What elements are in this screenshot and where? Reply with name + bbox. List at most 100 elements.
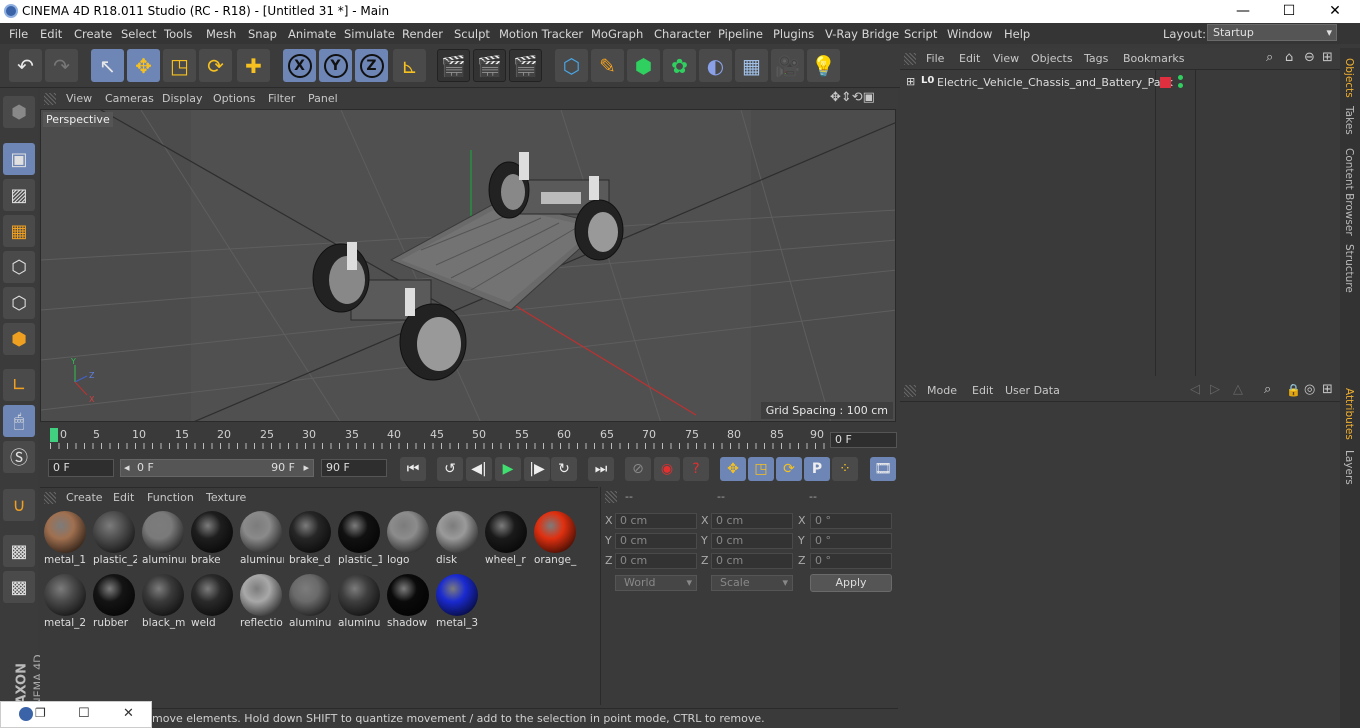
link-icon[interactable]: ⊖ <box>1304 50 1315 65</box>
render-visibility-dot[interactable] <box>1178 83 1183 88</box>
object-name[interactable]: Electric_Vehicle_Chassis_and_Battery_Pac… <box>937 76 1173 89</box>
layer-color-swatch[interactable] <box>1160 77 1171 88</box>
taskbar-window-thumbnail[interactable]: ❐ ☐ ✕ <box>0 701 152 728</box>
record-active-objects-button[interactable]: ◉ <box>654 457 680 481</box>
viewport-menu-view[interactable]: View <box>66 92 92 105</box>
go-to-end-button[interactable]: ⏭ <box>588 457 614 481</box>
current-frame-field[interactable]: 0 F <box>830 432 897 448</box>
objects-menu-edit[interactable]: Edit <box>959 52 980 65</box>
deformer-button[interactable]: ◐ <box>699 49 732 82</box>
menu-snap[interactable]: Snap <box>248 27 277 41</box>
material-swatch[interactable]: aluminum <box>140 510 186 568</box>
material-swatch[interactable]: metal_1 <box>42 510 88 568</box>
coordinate-space-dropdown[interactable]: World ▾ <box>615 575 697 591</box>
locked-workplane-button[interactable]: ▩ <box>3 571 35 603</box>
maximize-button[interactable]: ☐ <box>1266 0 1312 23</box>
undo-button[interactable]: ↶ <box>9 49 42 82</box>
objects-menu-objects[interactable]: Objects <box>1031 52 1073 65</box>
key-pla-button[interactable]: ⁘ <box>832 457 858 481</box>
render-settings-button[interactable]: 🎬 <box>509 49 542 82</box>
pen-spline-button[interactable]: ✎ <box>591 49 624 82</box>
panel-grip-icon[interactable] <box>44 93 56 105</box>
material-swatch[interactable]: shadow <box>385 573 431 631</box>
record-disabled-button[interactable]: ⊘ <box>625 457 651 481</box>
start-frame-field[interactable]: 0 F <box>48 459 114 477</box>
y-axis-button[interactable]: Y <box>319 49 352 82</box>
material-swatch[interactable]: aluminum <box>238 510 284 568</box>
rot-x-field[interactable]: 0 ° <box>810 513 892 529</box>
rotate-tool-button[interactable]: ⟳ <box>199 49 232 82</box>
menu-create[interactable]: Create <box>74 27 112 41</box>
pos-z-field[interactable]: 0 cm <box>615 553 697 569</box>
pos-x-field[interactable]: 0 cm <box>615 513 697 529</box>
forward-arrow-icon[interactable]: ▷ <box>1210 382 1220 397</box>
key-rotation-button[interactable]: ⟳ <box>776 457 802 481</box>
previous-frame-button[interactable]: ◀| <box>466 457 492 481</box>
material-swatch[interactable]: rubber <box>91 573 137 631</box>
rot-z-field[interactable]: 0 ° <box>810 553 892 569</box>
z-axis-button[interactable]: Z <box>355 49 388 82</box>
end-frame-field[interactable]: 90 F <box>321 459 387 477</box>
pos-y-field[interactable]: 0 cm <box>615 533 697 549</box>
close-button[interactable]: ✕ <box>1312 0 1358 23</box>
key-scale-button[interactable]: ◳ <box>748 457 774 481</box>
material-swatch[interactable]: wheel_r <box>483 510 529 568</box>
floor-object-button[interactable]: ▦ <box>735 49 768 82</box>
workplane-lock-button[interactable]: ▩ <box>3 535 35 567</box>
maximize-icon[interactable]: ☐ <box>78 706 90 721</box>
menu-motion-tracker[interactable]: Motion Tracker <box>499 27 583 41</box>
search-icon[interactable]: ⌕ <box>1266 50 1273 65</box>
menu-file[interactable]: File <box>9 27 28 41</box>
apply-button[interactable]: Apply <box>810 574 892 592</box>
search-icon[interactable]: ⌕ <box>1264 382 1271 397</box>
viewport-menu-display[interactable]: Display <box>162 92 203 105</box>
axis-mode-button[interactable]: ∟ <box>3 369 35 401</box>
menu-render[interactable]: Render <box>402 27 443 41</box>
live-selection-button[interactable]: ↖ <box>91 49 124 82</box>
range-right-arrow[interactable]: ▸ <box>303 460 309 476</box>
tab-takes[interactable]: Takes <box>1343 106 1355 135</box>
menu-pipeline[interactable]: Pipeline <box>718 27 763 41</box>
play-button[interactable]: ▶ <box>495 457 521 481</box>
render-to-picture-viewer-button[interactable]: 🎬 <box>473 49 506 82</box>
material-swatch[interactable]: black_m <box>140 573 186 631</box>
material-swatch[interactable]: orange_ <box>532 510 578 568</box>
menu-select[interactable]: Select <box>121 27 156 41</box>
timeline-window-button[interactable]: 🎞 <box>870 457 896 481</box>
material-menu-texture[interactable]: Texture <box>206 491 246 504</box>
expand-icon[interactable]: ⊞ <box>906 75 915 88</box>
tab-objects[interactable]: Objects <box>1343 58 1355 98</box>
viewport-menu-filter[interactable]: Filter <box>268 92 295 105</box>
key-parameter-button[interactable]: P <box>804 457 830 481</box>
menu-window[interactable]: Window <box>947 27 992 41</box>
key-position-button[interactable]: ✥ <box>720 457 746 481</box>
go-to-start-button[interactable]: ⏮ <box>400 457 426 481</box>
minimize-button[interactable]: — <box>1220 0 1266 23</box>
material-swatch[interactable]: aluminu <box>287 573 333 631</box>
size-x-field[interactable]: 0 cm <box>711 513 793 529</box>
up-arrow-icon[interactable]: △ <box>1233 382 1243 397</box>
next-frame-button[interactable]: |▶ <box>524 457 550 481</box>
menu-mograph[interactable]: MoGraph <box>591 27 643 41</box>
target-icon[interactable]: ◎ <box>1304 382 1315 397</box>
range-left-arrow[interactable]: ◂ <box>124 460 130 476</box>
objects-menu-file[interactable]: File <box>926 52 944 65</box>
autokeying-button[interactable]: ? <box>683 457 709 481</box>
range-slider[interactable]: ◂ 0 F 90 F ▸ <box>120 459 314 477</box>
object-row[interactable]: ⊞ L0 Electric_Vehicle_Chassis_and_Batter… <box>902 74 1336 91</box>
snap-magnet-button[interactable]: ∪ <box>3 489 35 521</box>
lock-icon[interactable]: 🔒 <box>1286 383 1301 397</box>
home-icon[interactable]: ⌂ <box>1285 50 1293 65</box>
objects-menu-tags[interactable]: Tags <box>1084 52 1108 65</box>
menu-plugins[interactable]: Plugins <box>773 27 814 41</box>
menu-character[interactable]: Character <box>654 27 711 41</box>
editor-visibility-dot[interactable] <box>1178 75 1183 80</box>
panel-grip-icon[interactable] <box>904 53 916 65</box>
redo-button[interactable]: ↷ <box>45 49 78 82</box>
material-menu-function[interactable]: Function <box>147 491 194 504</box>
workplane-button[interactable]: ▦ <box>3 215 35 247</box>
viewport-menu-cameras[interactable]: Cameras <box>105 92 154 105</box>
material-swatch[interactable]: disk <box>434 510 480 568</box>
restore-icon[interactable]: ❐ <box>35 706 46 720</box>
coordinate-system-button[interactable]: ⊾ <box>393 49 426 82</box>
